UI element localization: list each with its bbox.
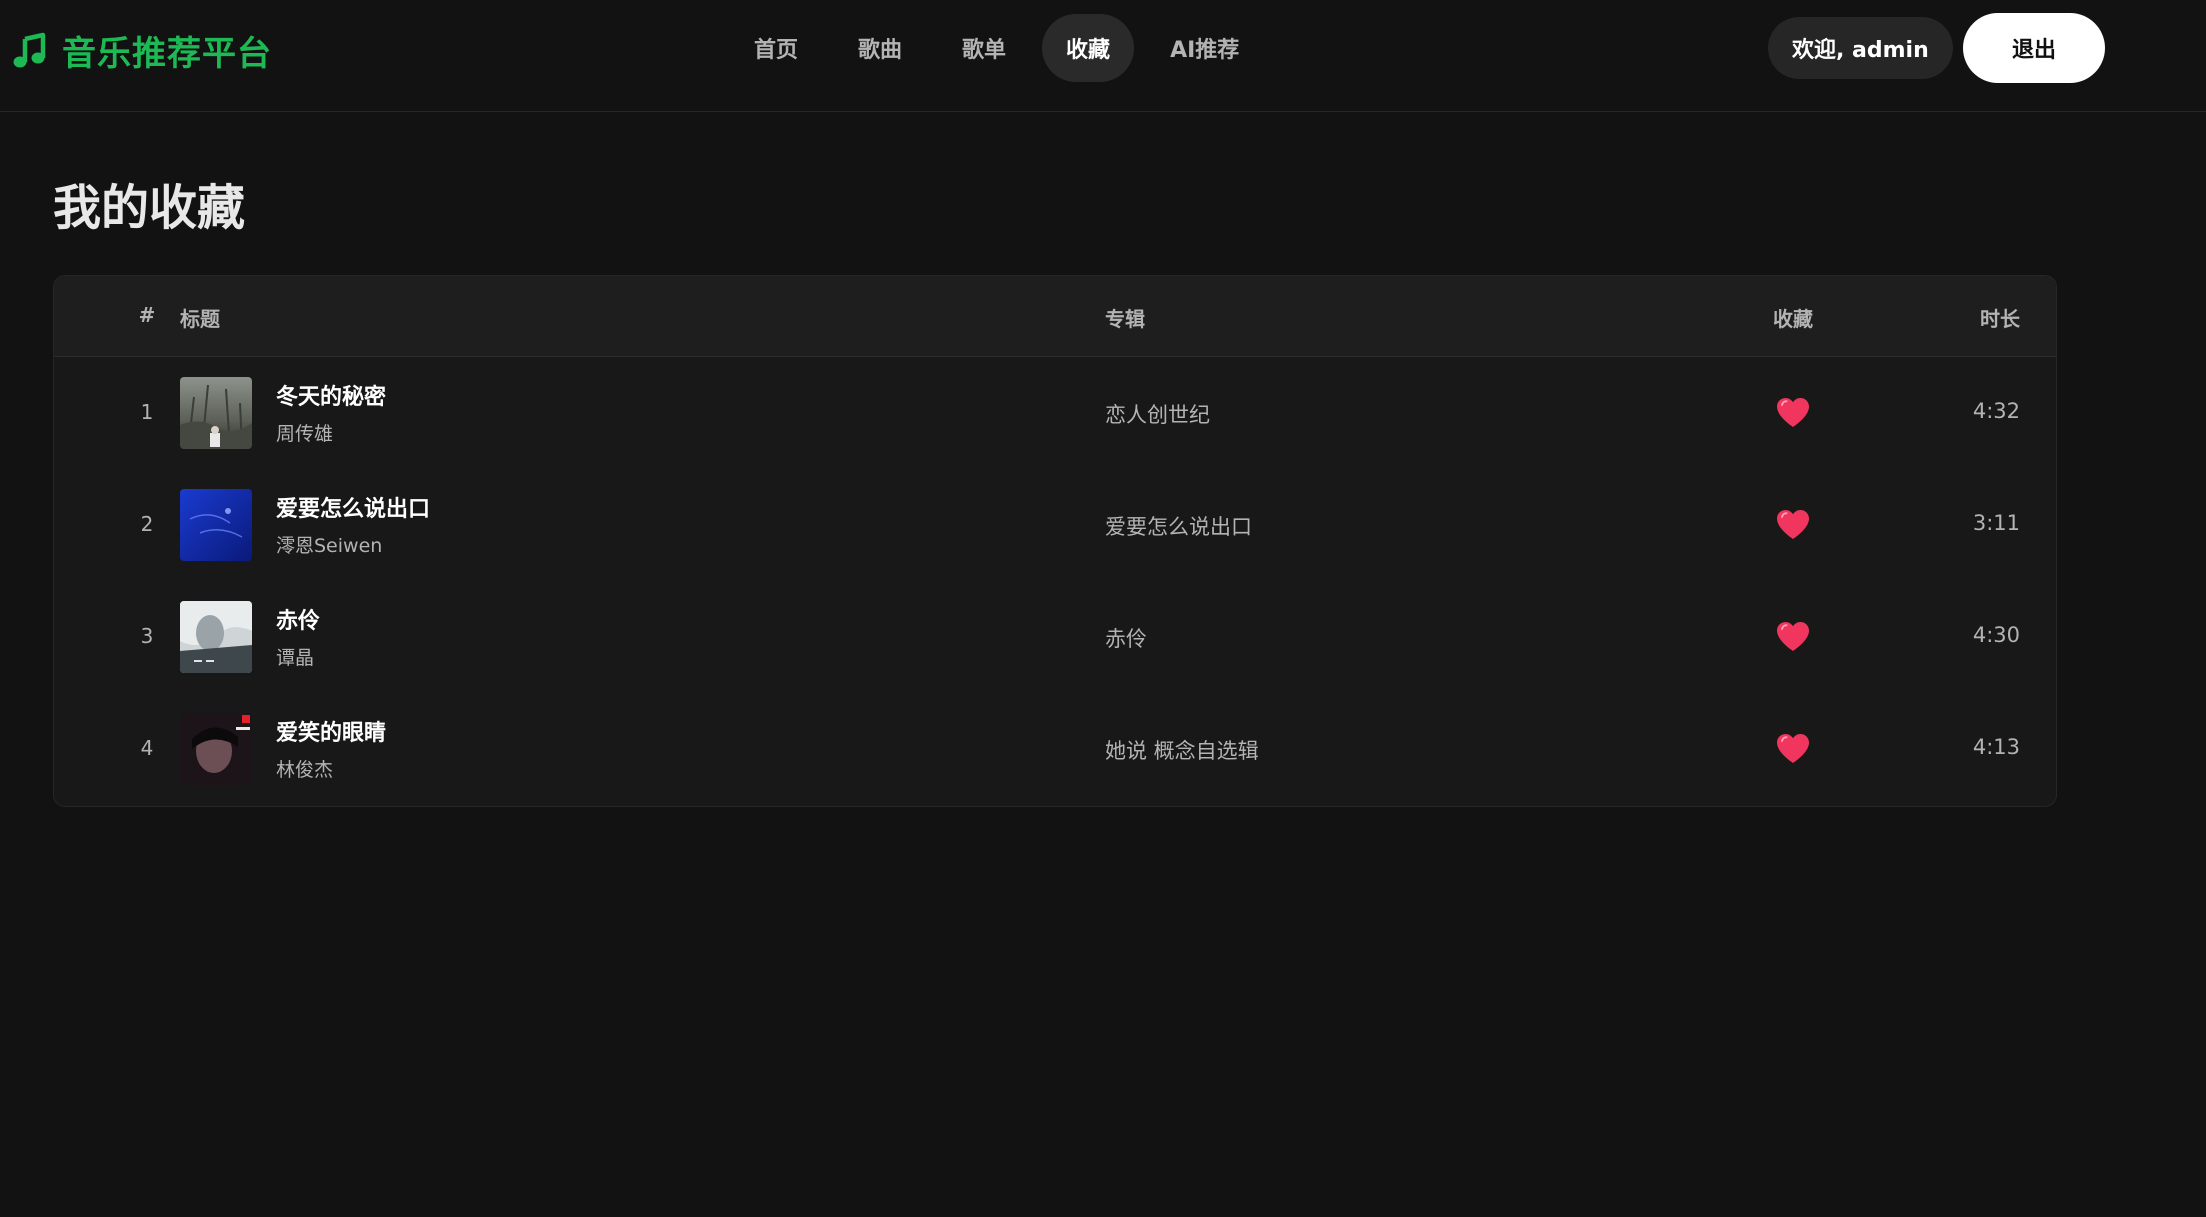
song-duration: 3:11 bbox=[1972, 511, 2020, 535]
table-row[interactable]: 3 赤伶 谭晶 赤伶 4:30 bbox=[54, 581, 2056, 693]
column-header-favorite: 收藏 bbox=[1773, 307, 1813, 331]
welcome-badge[interactable]: 欢迎, admin bbox=[1768, 17, 1953, 79]
favorites-table: # 标题 专辑 收藏 时长 1 冬天的秘密 周传雄 恋人创世纪 4:32 2 爱… bbox=[53, 275, 2057, 807]
song-title[interactable]: 爱笑的眼睛 bbox=[276, 715, 386, 747]
song-artist[interactable]: 澪恩Seiwen bbox=[276, 531, 382, 558]
column-header-number: # bbox=[138, 303, 156, 327]
song-artist[interactable]: 周传雄 bbox=[276, 419, 333, 446]
song-artist[interactable]: 林俊杰 bbox=[276, 755, 333, 782]
logout-button[interactable]: 退出 bbox=[1963, 13, 2105, 83]
track-number: 4 bbox=[140, 736, 154, 760]
brand-title: 音乐推荐平台 bbox=[62, 34, 272, 74]
song-album[interactable]: 爱要怎么说出口 bbox=[1105, 511, 1252, 541]
nav-home[interactable]: 首页 bbox=[730, 14, 822, 82]
nav-playlists[interactable]: 歌单 bbox=[938, 14, 1030, 82]
album-cover bbox=[180, 601, 252, 673]
album-cover bbox=[180, 377, 252, 449]
heart-icon[interactable] bbox=[1776, 509, 1810, 541]
heart-icon[interactable] bbox=[1776, 621, 1810, 653]
nav-favorites[interactable]: 收藏 bbox=[1042, 14, 1135, 82]
track-number: 3 bbox=[140, 624, 154, 648]
music-note-icon bbox=[10, 31, 50, 71]
table-row[interactable]: 2 爱要怎么说出口 澪恩Seiwen 爱要怎么说出口 3:11 bbox=[54, 469, 2056, 581]
song-duration: 4:32 bbox=[1972, 399, 2020, 423]
nav-ai-recommend[interactable]: AI推荐 bbox=[1146, 14, 1263, 82]
main-nav: 首页 歌曲 歌单 收藏 AI推荐 bbox=[730, 14, 1263, 82]
song-artist[interactable]: 谭晶 bbox=[276, 643, 314, 670]
track-number: 1 bbox=[140, 400, 154, 424]
song-album[interactable]: 她说 概念自选辑 bbox=[1105, 735, 1259, 765]
page-title: 我的收藏 bbox=[53, 180, 246, 236]
heart-icon[interactable] bbox=[1776, 397, 1810, 429]
song-album[interactable]: 赤伶 bbox=[1105, 623, 1147, 653]
nav-songs[interactable]: 歌曲 bbox=[834, 14, 926, 82]
brand[interactable]: 音乐推荐平台 bbox=[10, 26, 272, 75]
track-number: 2 bbox=[140, 512, 154, 536]
column-header-album: 专辑 bbox=[1105, 307, 1145, 331]
table-row[interactable]: 4 爱笑的眼睛 林俊杰 她说 概念自选辑 4:13 bbox=[54, 693, 2056, 805]
song-title[interactable]: 爱要怎么说出口 bbox=[276, 491, 430, 523]
song-duration: 4:13 bbox=[1972, 735, 2020, 759]
column-header-duration: 时长 bbox=[1980, 307, 2020, 331]
top-navbar: 音乐推荐平台 首页 歌曲 歌单 收藏 AI推荐 欢迎, admin 退出 bbox=[0, 0, 2206, 112]
table-header: # 标题 专辑 收藏 时长 bbox=[54, 276, 2056, 357]
song-duration: 4:30 bbox=[1972, 623, 2020, 647]
song-title[interactable]: 赤伶 bbox=[276, 603, 320, 635]
song-album[interactable]: 恋人创世纪 bbox=[1105, 399, 1210, 429]
column-header-title: 标题 bbox=[180, 307, 220, 331]
album-cover bbox=[180, 489, 252, 561]
song-title[interactable]: 冬天的秘密 bbox=[276, 379, 386, 411]
album-cover bbox=[180, 713, 252, 785]
table-row[interactable]: 1 冬天的秘密 周传雄 恋人创世纪 4:32 bbox=[54, 357, 2056, 469]
heart-icon[interactable] bbox=[1776, 733, 1810, 765]
